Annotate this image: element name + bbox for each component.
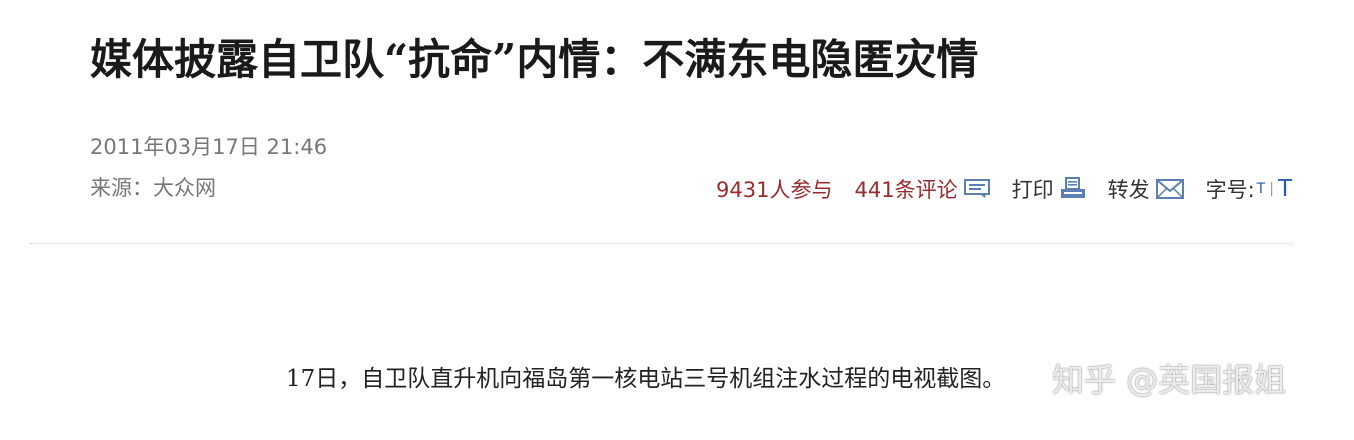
font-size-separator: | xyxy=(1269,181,1274,197)
font-size-label: 字号: xyxy=(1205,178,1255,202)
font-size-control: 字号: T | T xyxy=(1206,174,1292,204)
print-label: 打印 xyxy=(1011,178,1054,202)
font-small-button[interactable]: T xyxy=(1257,181,1266,197)
print-button[interactable]: 打印 xyxy=(1012,174,1086,204)
print-icon xyxy=(1060,177,1086,201)
share-button[interactable]: 转发 xyxy=(1108,174,1184,204)
comments-label: 441条评论 xyxy=(854,178,958,202)
comments-link[interactable]: 441条评论 xyxy=(854,174,990,204)
participants-link[interactable]: 9431人参与 xyxy=(716,174,832,204)
publish-date: 2011年03月17日 21:46 xyxy=(90,135,328,159)
header-divider xyxy=(30,243,1292,244)
article: 媒体披露自卫队“抗命”内情：不满东电隐匿灾情 2011年03月17日 21:46… xyxy=(0,0,1354,440)
mail-icon xyxy=(1155,179,1184,199)
watermark: 知乎 @英国报姐 xyxy=(1052,361,1287,399)
article-source: 来源：大众网 xyxy=(90,176,216,200)
share-label: 转发 xyxy=(1107,178,1150,202)
comment-icon xyxy=(963,179,990,199)
image-caption: 17日，自卫队直升机向福岛第一核电站三号机组注水过程的电视截图。 xyxy=(286,366,1006,392)
article-toolbar: 9431人参与 441条评论 打印 转发 字号: T | T xyxy=(716,173,1292,205)
article-title: 媒体披露自卫队“抗命”内情：不满东电隐匿灾情 xyxy=(90,35,979,84)
font-large-button[interactable]: T xyxy=(1278,176,1292,202)
